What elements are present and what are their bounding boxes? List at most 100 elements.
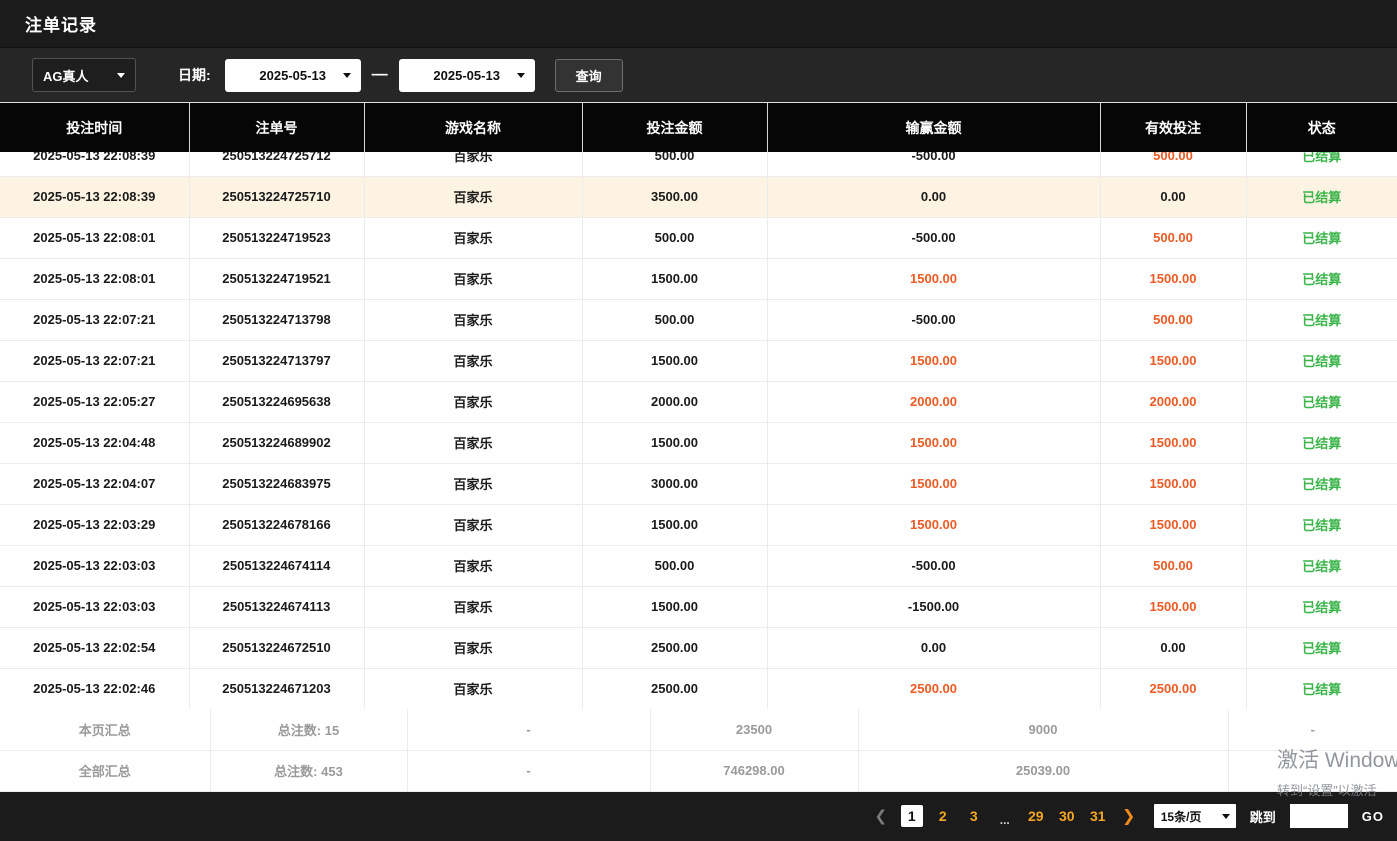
cell-order-no: 250513224725712 [189,152,364,176]
chevron-down-icon [1222,814,1230,819]
cell-valid-bet: 500.00 [1100,299,1246,340]
cell-valid-bet: 2500.00 [1100,668,1246,709]
cell-order-no: 250513224674113 [189,586,364,627]
table-row[interactable]: 2025-05-13 22:04:48250513224689902百家乐150… [0,422,1397,463]
pager-page-31[interactable]: 31 [1087,805,1109,827]
page-title: 注单记录 [25,11,97,36]
table-row[interactable]: 2025-05-13 22:08:01250513224719523百家乐500… [0,217,1397,258]
cell-bet-amount: 2500.00 [582,627,767,668]
chevron-down-icon [517,73,525,78]
cell-status: 已结算 [1246,586,1397,627]
table-body: 2025-05-13 22:08:39250513224725712百家乐500… [0,152,1397,709]
cell-valid-bet: 1500.00 [1100,422,1246,463]
cell-bet-time: 2025-05-13 22:03:03 [0,586,189,627]
cell-winloss-amount: 1500.00 [767,422,1100,463]
col-winloss-amount: 输赢金额 [767,103,1100,152]
col-bet-time: 投注时间 [0,103,189,152]
pager-page-29[interactable]: 29 [1025,805,1047,827]
cell-bet-time: 2025-05-13 22:08:01 [0,217,189,258]
pager-page-1[interactable]: 1 [901,805,923,827]
cell-winloss-amount: -500.00 [767,545,1100,586]
pager-prev-button[interactable]: ❮ [870,805,892,827]
cell-bet-time: 2025-05-13 22:03:03 [0,545,189,586]
table-row[interactable]: 2025-05-13 22:08:39250513224725710百家乐350… [0,176,1397,217]
table-row[interactable]: 2025-05-13 22:07:21250513224713798百家乐500… [0,299,1397,340]
cell-game-name: 百家乐 [364,340,582,381]
game-category-select[interactable]: AG真人 [32,58,136,92]
cell-bet-time: 2025-05-13 22:05:27 [0,381,189,422]
table-row[interactable]: 2025-05-13 22:03:03250513224674113百家乐150… [0,586,1397,627]
col-bet-amount: 投注金额 [582,103,767,152]
query-button[interactable]: 查询 [555,59,623,92]
cell-order-no: 250513224713797 [189,340,364,381]
jump-label: 跳到 [1250,807,1276,826]
cell-order-no: 250513224725710 [189,176,364,217]
cell-bet-time: 2025-05-13 22:08:39 [0,152,189,176]
cell-winloss-amount: -1500.00 [767,586,1100,627]
cell-game-name: 百家乐 [364,381,582,422]
table-row[interactable]: 2025-05-13 22:07:21250513224713797百家乐150… [0,340,1397,381]
table-row[interactable]: 2025-05-13 22:02:46250513224671203百家乐250… [0,668,1397,709]
cell-winloss-amount: 1500.00 [767,463,1100,504]
cell-bet-amount: 2500.00 [582,668,767,709]
cell-bet-time: 2025-05-13 22:07:21 [0,340,189,381]
pager-page-3[interactable]: 3 [963,805,985,827]
chevron-down-icon [343,73,351,78]
cell-order-no: 250513224678166 [189,504,364,545]
cell-order-no: 250513224674114 [189,545,364,586]
records-table-body-viewport[interactable]: 2025-05-13 22:08:39250513224725712百家乐500… [0,152,1397,709]
table-row[interactable]: 2025-05-13 22:02:54250513224672510百家乐250… [0,627,1397,668]
cell-order-no: 250513224683975 [189,463,364,504]
table-row[interactable]: 2025-05-13 22:04:07250513224683975百家乐300… [0,463,1397,504]
cell-status: 已结算 [1246,258,1397,299]
col-order-no: 注单号 [189,103,364,152]
summary-all-valid-total [1228,750,1397,791]
cell-bet-amount: 1500.00 [582,422,767,463]
summary-all-bet-total: 746298.00 [650,750,858,791]
summary-page-count: 总注数: 15 [210,709,407,750]
page-size-select[interactable]: 15条/页 [1154,804,1236,828]
cell-valid-bet: 500.00 [1100,217,1246,258]
col-valid-bet: 有效投注 [1100,103,1246,152]
cell-game-name: 百家乐 [364,152,582,176]
cell-bet-amount: 500.00 [582,217,767,258]
cell-valid-bet: 500.00 [1100,152,1246,176]
jump-page-input[interactable] [1290,804,1348,828]
col-status: 状态 [1246,103,1397,152]
cell-winloss-amount: -500.00 [767,152,1100,176]
summary-all-label: 全部汇总 [0,750,210,791]
pager-next-button[interactable]: ❯ [1118,805,1140,827]
summary-row-page: 本页汇总 总注数: 15 - 23500 9000 - [0,709,1397,750]
cell-bet-time: 2025-05-13 22:02:46 [0,668,189,709]
table-row[interactable]: 2025-05-13 22:08:39250513224725712百家乐 500… [0,152,1397,176]
cell-bet-amount: 1500.00 [582,340,767,381]
date-range-separator: — [372,66,388,84]
cell-game-name: 百家乐 [364,504,582,545]
cell-game-name: 百家乐 [364,422,582,463]
cell-bet-amount: 3000.00 [582,463,767,504]
date-to-value: 2025-05-13 [433,68,500,83]
table-row[interactable]: 2025-05-13 22:05:27250513224695638百家乐200… [0,381,1397,422]
cell-game-name: 百家乐 [364,217,582,258]
date-to-select[interactable]: 2025-05-13 [399,59,535,92]
game-category-value: AG真人 [43,66,89,85]
cell-game-name: 百家乐 [364,668,582,709]
date-from-select[interactable]: 2025-05-13 [225,59,361,92]
records-table-header: 投注时间 注单号 游戏名称 投注金额 输赢金额 有效投注 状态 [0,103,1397,152]
cell-winloss-amount: 1500.00 [767,504,1100,545]
pager-page-30[interactable]: 30 [1056,805,1078,827]
cell-status: 已结算 [1246,176,1397,217]
cell-game-name: 百家乐 [364,176,582,217]
go-button[interactable]: GO [1362,809,1384,824]
cell-valid-bet: 0.00 [1100,176,1246,217]
page-size-value: 15条/页 [1161,808,1202,825]
table-row[interactable]: 2025-05-13 22:03:29250513224678166百家乐150… [0,504,1397,545]
pager-page-2[interactable]: 2 [932,805,954,827]
cell-winloss-amount: -500.00 [767,217,1100,258]
cell-winloss-amount: 0.00 [767,176,1100,217]
table-row[interactable]: 2025-05-13 22:08:01250513224719521百家乐150… [0,258,1397,299]
cell-bet-time: 2025-05-13 22:08:01 [0,258,189,299]
cell-status: 已结算 [1246,422,1397,463]
date-from-value: 2025-05-13 [259,68,326,83]
table-row[interactable]: 2025-05-13 22:03:03250513224674114百家乐500… [0,545,1397,586]
